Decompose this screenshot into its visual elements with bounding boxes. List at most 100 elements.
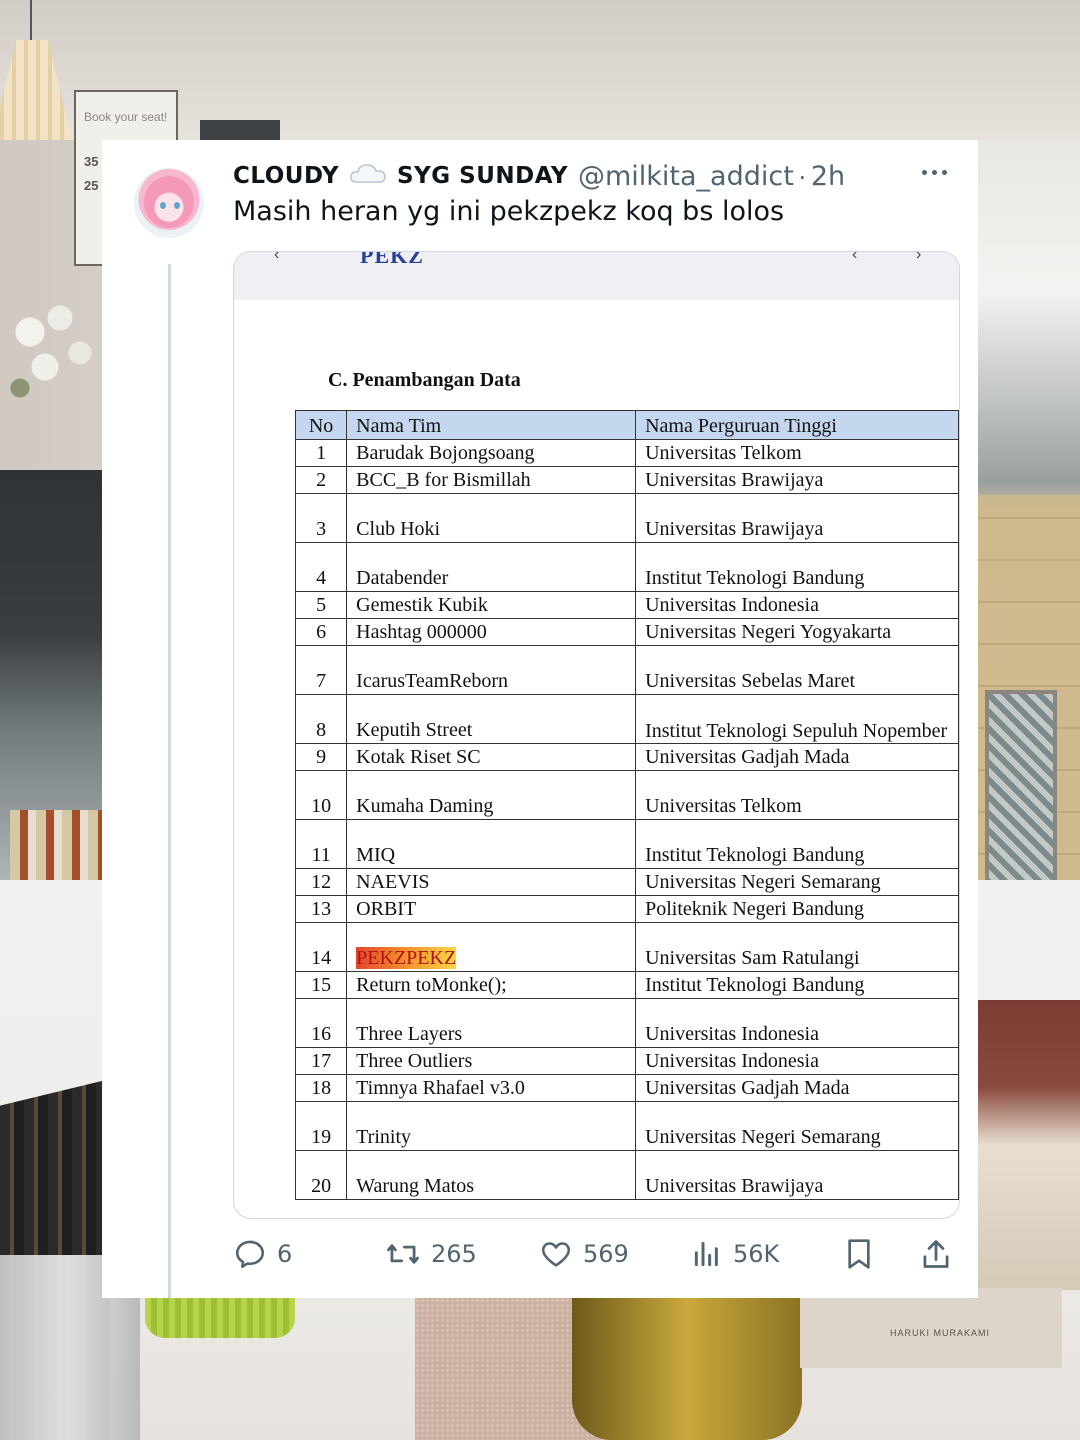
university-cell: Institut Teknologi Bandung xyxy=(635,971,959,999)
team-name-cell: Hashtag 000000 xyxy=(346,618,637,646)
row-number: 5 xyxy=(294,591,348,619)
tweet-media-image[interactable]: ‹ PEKZ ‹ › C. Penambangan Data No Nama T… xyxy=(233,251,960,1219)
row-number: 20 xyxy=(294,1150,348,1200)
university-cell: Politeknik Negeri Bandung xyxy=(635,895,959,923)
table-row: 11 MIQ Institut Teknologi Bandung xyxy=(294,819,959,869)
table-row: 16 Three Layers Universitas Indonesia xyxy=(294,998,959,1048)
university-cell: Universitas Brawijaya xyxy=(635,466,959,494)
row-number: 12 xyxy=(294,868,348,896)
column-header: Nama Tim xyxy=(346,410,637,440)
row-number: 13 xyxy=(294,895,348,923)
table-row: 1 Barudak Bojongsoang Universitas Telkom xyxy=(294,439,959,467)
university-cell: Institut Teknologi Bandung xyxy=(635,542,959,592)
team-name-cell: PEKZPEKZ xyxy=(346,922,637,972)
table-row: 6 Hashtag 000000 Universitas Negeri Yogyak… xyxy=(294,618,959,646)
team-name-cell: Kumaha Daming xyxy=(346,770,637,820)
team-name-cell: Three Layers xyxy=(346,998,637,1048)
table-row: 3 Club Hoki Universitas Brawijaya xyxy=(294,493,959,543)
team-name-cell: Three Outliers xyxy=(346,1047,637,1075)
team-name-cell: Keputih Street xyxy=(346,694,637,744)
team-name-cell: ORBIT xyxy=(346,895,637,923)
row-number: 19 xyxy=(294,1101,348,1151)
university-cell: Institut Teknologi Sepuluh Nopember xyxy=(635,694,959,744)
book: HARUKI MURAKAMI xyxy=(800,1288,1062,1368)
tweet-card[interactable]: CLOUDY SYG SUNDAY @milkita_addict · 2h M… xyxy=(102,140,978,1298)
retweet-button[interactable]: 265 xyxy=(385,1232,477,1276)
heart-icon xyxy=(539,1237,573,1271)
team-name-cell: Trinity xyxy=(346,1101,637,1151)
table-row: 9 Kotak Riset SC Universitas Gadjah Mada xyxy=(294,743,959,771)
team-name-cell: MIQ xyxy=(346,819,637,869)
table-row: 15 Return toMonke(); Institut Teknologi Ba… xyxy=(294,971,959,999)
university-cell: Universitas Sebelas Maret xyxy=(635,645,959,695)
tweet-actions: 6 265 569 56K xyxy=(233,1232,958,1276)
teams-table: No Nama Tim Nama Perguruan Tinggi 1 Barud… xyxy=(294,410,959,1200)
team-name-cell: Gemestik Kubik xyxy=(346,591,637,619)
university-cell: Universitas Indonesia xyxy=(635,998,959,1048)
reply-count: 6 xyxy=(277,1240,293,1268)
separator-dot: · xyxy=(797,160,807,191)
seat-sign-title: Book your seat! xyxy=(84,110,168,124)
university-cell: Universitas Gadjah Mada xyxy=(635,1074,959,1102)
team-name-cell: NAEVIS xyxy=(346,868,637,896)
university-cell: Universitas Telkom xyxy=(635,770,959,820)
avatar-eye xyxy=(174,202,180,209)
bookmark-button[interactable] xyxy=(843,1232,875,1276)
university-cell: Universitas Negeri Semarang xyxy=(635,868,959,896)
table-row: 19 Trinity Universitas Negeri Semarang xyxy=(294,1101,959,1151)
university-cell: Universitas Brawijaya xyxy=(635,1150,959,1200)
team-name-cell: Timnya Rhafael v3.0 xyxy=(346,1074,637,1102)
team-name-cell: Club Hoki xyxy=(346,493,637,543)
share-button[interactable] xyxy=(919,1232,953,1276)
timestamp[interactable]: 2h xyxy=(811,161,845,192)
table-body: 1 Barudak Bojongsoang Universitas Telkom 2 B… xyxy=(294,439,959,1200)
university-cell: Universitas Indonesia xyxy=(635,591,959,619)
column-header: No xyxy=(294,410,348,440)
university-cell: Institut Teknologi Bandung xyxy=(635,819,959,869)
row-number: 14 xyxy=(294,922,348,972)
user-handle[interactable]: @milkita_addict xyxy=(578,161,794,192)
chevron-right-icon: › xyxy=(916,251,922,263)
row-number: 11 xyxy=(294,819,348,869)
like-count: 569 xyxy=(583,1240,629,1268)
chevron-left-icon: ‹ xyxy=(852,251,858,263)
table-row: 14 PEKZPEKZ Universitas Sam Ratulangi xyxy=(294,922,959,972)
row-number: 4 xyxy=(294,542,348,592)
like-button[interactable]: 569 xyxy=(539,1232,629,1276)
retweet-icon xyxy=(385,1237,421,1271)
university-cell: Universitas Negeri Yogyakarta xyxy=(635,618,959,646)
reply-button[interactable]: 6 xyxy=(233,1232,292,1276)
stacked-boxes xyxy=(978,1000,1080,1290)
views-button[interactable]: 56K xyxy=(691,1232,779,1276)
row-number: 7 xyxy=(294,645,348,695)
table-row: 17 Three Outliers Universitas Indonesia xyxy=(294,1047,959,1075)
row-number: 16 xyxy=(294,998,348,1048)
team-name-cell: BCC_B for Bismillah xyxy=(346,466,637,494)
avatar-eye xyxy=(160,202,166,209)
tweet-text: Masih heran yg ini pekzpekz koq bs lolos xyxy=(233,196,785,227)
display-name[interactable]: CLOUDY xyxy=(233,163,339,189)
team-name-cell: Warung Matos xyxy=(346,1150,637,1200)
team-name-cell: IcarusTeamReborn xyxy=(346,645,637,695)
table-row: 7 IcarusTeamReborn Universitas Sebelas Mar… xyxy=(294,645,959,695)
thread-line xyxy=(168,264,171,1298)
gold-mug xyxy=(572,1298,802,1440)
more-options-icon[interactable] xyxy=(922,162,956,182)
row-number: 2 xyxy=(294,466,348,494)
column-header: Nama Perguruan Tinggi xyxy=(635,410,959,440)
seat-sign-number: 35 xyxy=(84,154,99,169)
cloud-emoji-icon xyxy=(349,162,387,184)
display-name-suffix[interactable]: SYG SUNDAY xyxy=(397,163,568,189)
table-row: 18 Timnya Rhafael v3.0 Universitas Gadjah … xyxy=(294,1074,959,1102)
book-title: HARUKI MURAKAMI xyxy=(890,1328,991,1338)
row-number: 1 xyxy=(294,439,348,467)
table-row: 5 Gemestik Kubik Universitas Indonesia xyxy=(294,591,959,619)
table-row: 20 Warung Matos Universitas Brawijaya xyxy=(294,1150,959,1200)
table-row: 13 ORBIT Politeknik Negeri Bandung xyxy=(294,895,959,923)
team-name-cell: Kotak Riset SC xyxy=(346,743,637,771)
university-cell: Universitas Negeri Semarang xyxy=(635,1101,959,1151)
chevron-left-icon: ‹ xyxy=(274,251,280,263)
avatar[interactable] xyxy=(134,168,204,238)
table-row: 8 Keputih Street Institut Teknologi Sepulu… xyxy=(294,694,959,744)
highlighted-team-name: PEKZPEKZ xyxy=(356,947,457,969)
